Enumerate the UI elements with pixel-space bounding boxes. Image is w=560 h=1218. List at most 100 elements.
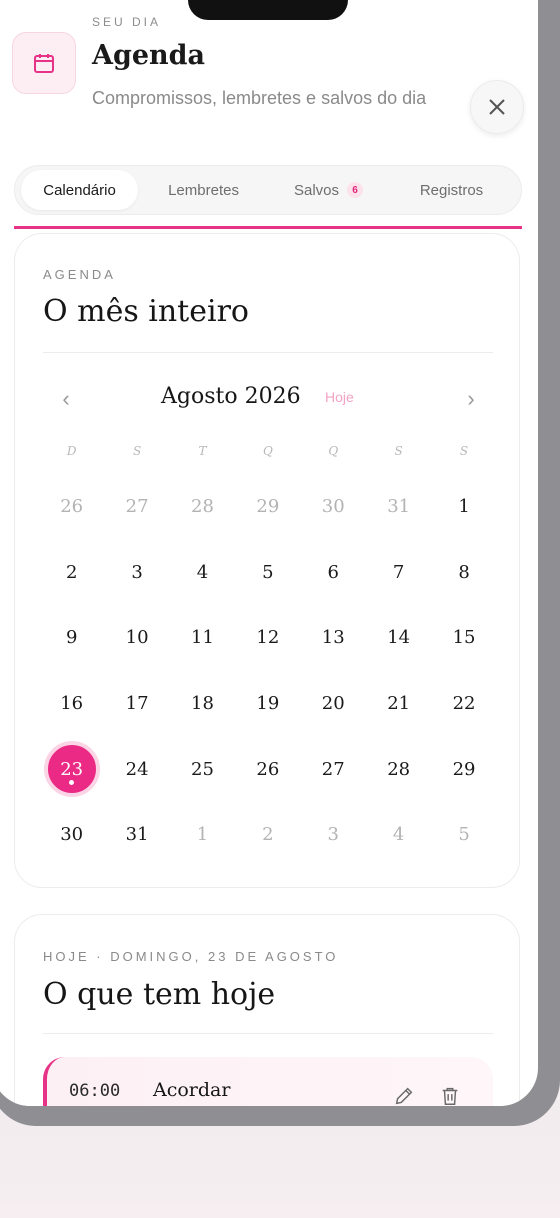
- calendar-day[interactable]: 1: [431, 474, 496, 540]
- tab-registros[interactable]: Registros: [388, 170, 515, 210]
- event-item[interactable]: 06:00 Acordar: [43, 1057, 493, 1106]
- weekday-label: S: [459, 444, 469, 458]
- calendar-day[interactable]: 2: [235, 802, 300, 868]
- day-number: 13: [321, 627, 345, 649]
- day-number: 12: [256, 627, 280, 649]
- chevron-left-icon: ‹: [62, 386, 70, 411]
- day-number: 25: [191, 758, 214, 780]
- calendar-day[interactable]: 15: [431, 605, 496, 671]
- calendar-week-row: 30 31 1 2 3 4 5: [39, 802, 497, 868]
- trash-icon: [442, 1087, 458, 1105]
- day-number: 9: [65, 627, 78, 649]
- calendar-day[interactable]: 29: [431, 736, 496, 802]
- calendar-day[interactable]: 17: [104, 671, 169, 737]
- calendar-day[interactable]: 7: [366, 540, 431, 606]
- page-title: Agenda: [92, 40, 206, 71]
- calendar-day[interactable]: 3: [301, 802, 366, 868]
- calendar-day[interactable]: 29: [235, 474, 300, 540]
- calendar-day[interactable]: 19: [235, 671, 300, 737]
- calendar-day[interactable]: 10: [104, 605, 169, 671]
- tab-bar: Calendário Lembretes Salvos 6 Registros: [14, 165, 522, 215]
- calendar-day[interactable]: 25: [170, 736, 235, 802]
- calendar-day[interactable]: 4: [170, 540, 235, 606]
- device-notch: [188, 0, 348, 20]
- tab-lembretes[interactable]: Lembretes: [138, 170, 269, 210]
- calendar-day[interactable]: 27: [104, 474, 169, 540]
- today-title: O que tem hoje: [43, 977, 276, 1012]
- divider: [43, 352, 493, 353]
- chevron-right-icon: ›: [467, 386, 475, 411]
- calendar-day[interactable]: 5: [235, 540, 300, 606]
- calendar-day[interactable]: 28: [170, 474, 235, 540]
- calendar-day[interactable]: 26: [235, 736, 300, 802]
- calendar-day[interactable]: 20: [301, 671, 366, 737]
- day-number: 26: [256, 758, 280, 780]
- calendar-day[interactable]: 30: [39, 802, 104, 868]
- day-number: 29: [256, 496, 280, 518]
- calendar-day[interactable]: 4: [366, 802, 431, 868]
- calendar-day[interactable]: 24: [104, 736, 169, 802]
- day-number: 2: [262, 824, 274, 846]
- calendar-day[interactable]: 1: [170, 802, 235, 868]
- calendar-day-today[interactable]: 23: [39, 736, 104, 802]
- calendar-day[interactable]: 12: [235, 605, 300, 671]
- day-number: 23: [60, 758, 84, 780]
- day-number: 31: [387, 496, 411, 518]
- delete-event-button[interactable]: [437, 1083, 463, 1106]
- today-kicker: HOJE · DOMINGO, 23 DE AGOSTO: [43, 949, 339, 964]
- calendar-week-row: 2 3 4 5 6 7 8: [39, 540, 497, 606]
- calendar-icon: [12, 32, 76, 94]
- calendar-day[interactable]: 2: [39, 540, 104, 606]
- calendar-day[interactable]: 8: [431, 540, 496, 606]
- day-number: 2: [65, 561, 78, 583]
- calendar-day[interactable]: 31: [104, 802, 169, 868]
- day-number: 11: [191, 627, 214, 649]
- tab-salvos[interactable]: Salvos 6: [269, 170, 388, 210]
- calendar-day[interactable]: 9: [39, 605, 104, 671]
- calendar-week-row: 16 17 18 19 20 21 22: [39, 671, 497, 737]
- day-number: 24: [125, 758, 149, 780]
- calendar-week-row: 23 24 25 26 27 28 29: [39, 736, 497, 802]
- calendar-day[interactable]: 16: [39, 671, 104, 737]
- pencil-icon: [395, 1087, 413, 1105]
- calendar-day[interactable]: 31: [366, 474, 431, 540]
- calendar-day[interactable]: 11: [170, 605, 235, 671]
- calendar-day[interactable]: 28: [366, 736, 431, 802]
- tab-calendario[interactable]: Calendário: [21, 170, 139, 210]
- calendar-day[interactable]: 5: [431, 802, 496, 868]
- close-button[interactable]: [470, 80, 524, 134]
- tab-accent-line: [14, 226, 522, 229]
- day-number: 18: [191, 693, 214, 715]
- calendar-week-row: 9 10 11 12 13 14 15: [39, 605, 497, 671]
- calendar-day[interactable]: 6: [301, 540, 366, 606]
- day-number: 30: [321, 496, 345, 518]
- calendar-day[interactable]: 13: [301, 605, 366, 671]
- event-time: 06:00: [69, 1081, 121, 1101]
- calendar-day[interactable]: 3: [104, 540, 169, 606]
- day-number: 19: [256, 693, 280, 715]
- day-number: 30: [60, 824, 84, 846]
- calendar-day[interactable]: 26: [39, 474, 104, 540]
- header-kicker: SEU DIA: [92, 15, 162, 29]
- edit-event-button[interactable]: [391, 1083, 417, 1106]
- calendar-day[interactable]: 18: [170, 671, 235, 737]
- sheet: SEU DIA Agenda Compromissos, lembretes e…: [0, 0, 538, 1106]
- calendar-day[interactable]: 27: [301, 736, 366, 802]
- calendar-title: O mês inteiro: [43, 294, 249, 329]
- today-card: HOJE · DOMINGO, 23 DE AGOSTO O que tem h…: [14, 914, 520, 1106]
- weekday-label: Q: [262, 444, 273, 458]
- day-number: 31: [125, 824, 149, 846]
- calendar-day[interactable]: 14: [366, 605, 431, 671]
- calendar-kicker: AGENDA: [43, 267, 116, 282]
- weekday-header: D S T Q Q S S: [39, 444, 497, 458]
- event-indicator-dot: [69, 780, 75, 786]
- calendar-day[interactable]: 21: [366, 671, 431, 737]
- next-month-button[interactable]: ›: [456, 384, 486, 414]
- day-number: 20: [321, 693, 345, 715]
- calendar-day[interactable]: 30: [301, 474, 366, 540]
- day-number: 1: [458, 496, 470, 518]
- prev-month-button[interactable]: ‹: [51, 384, 81, 414]
- calendar-day[interactable]: 22: [431, 671, 496, 737]
- day-number: 21: [387, 693, 411, 715]
- today-button[interactable]: Hoje: [325, 389, 354, 405]
